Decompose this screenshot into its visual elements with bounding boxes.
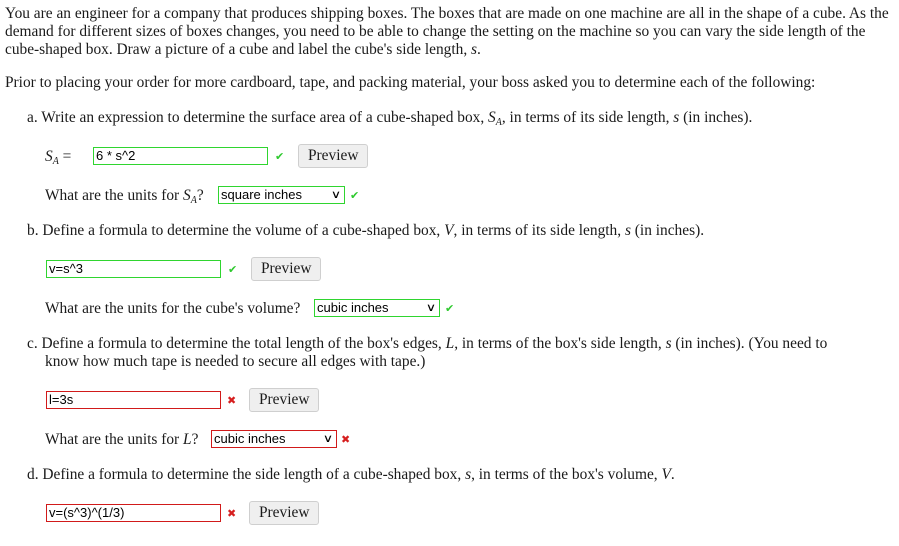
prompt-text: c. Define a formula to determine the tot… — [27, 335, 446, 352]
part-c-preview-button[interactable]: Preview — [249, 388, 320, 412]
intro-text: You are an engineer for a company that p… — [5, 5, 889, 58]
prompt-text: , in terms of the box's volume, — [471, 466, 662, 483]
prompt-text: b. Define a formula to determine the vol… — [27, 222, 445, 239]
part-b-answer-input[interactable]: v=s^3 — [46, 260, 221, 278]
var-V: V — [661, 466, 671, 483]
selected-option: square inches — [221, 187, 302, 202]
correct-check-icon: ✔ — [228, 263, 238, 276]
prompt-text: (in inches). — [630, 222, 705, 239]
prompt-text: , in terms of its side length, — [501, 109, 674, 126]
problem-intro: You are an engineer for a company that p… — [5, 5, 895, 59]
var-S: S — [488, 109, 496, 126]
part-b-preview-button[interactable]: Preview — [251, 257, 322, 281]
part-c-units-question: What are the units for L? — [45, 431, 198, 449]
part-c-prompt: c. Define a formula to determine the tot… — [27, 335, 827, 353]
var-S: S — [45, 148, 53, 165]
question-text: What are the units for — [45, 187, 184, 204]
correct-check-icon: ✔ — [275, 150, 285, 163]
intro-end: . — [477, 41, 481, 58]
var-L: L — [183, 431, 192, 448]
chevron-down-icon: ∨ — [330, 188, 342, 201]
part-b-units-select[interactable]: cubic inches ∨ — [314, 299, 440, 317]
incorrect-x-icon: ✖ — [227, 394, 237, 407]
part-a-preview-button[interactable]: Preview — [298, 144, 369, 168]
selected-option: cubic inches — [317, 300, 389, 315]
correct-check-icon: ✔ — [350, 189, 360, 202]
chevron-down-icon: ∨ — [322, 432, 334, 445]
part-c-units-select[interactable]: cubic inches ∨ — [211, 430, 337, 448]
prompt-text: . — [670, 466, 675, 483]
prompt-text: d. Define a formula to determine the sid… — [27, 466, 466, 483]
part-c-prompt-line2: know how much tape is needed to secure a… — [45, 353, 426, 370]
part-a-answer-input[interactable]: 6 * s^2 — [93, 147, 268, 165]
prior-instructions: Prior to placing your order for more car… — [5, 74, 816, 91]
var-V: V — [444, 222, 454, 239]
part-a-units-select[interactable]: square inches ∨ — [218, 186, 345, 204]
question-text: What are the units for — [45, 431, 184, 448]
prompt-text: a. Write an expression to determine the … — [27, 109, 489, 126]
incorrect-x-icon: ✖ — [227, 507, 237, 520]
question-mark: ? — [191, 431, 199, 448]
var-S: S — [183, 187, 191, 204]
part-a-units-question: What are the units for SA? — [45, 187, 204, 206]
part-a-prompt: a. Write an expression to determine the … — [27, 109, 753, 128]
var-L: L — [445, 335, 455, 352]
prompt-text: , in terms of its side length, — [453, 222, 625, 239]
prompt-text: (in inches). — [679, 109, 753, 126]
prompt-text: , in terms of the box's side length, — [454, 335, 666, 352]
part-d-preview-button[interactable]: Preview — [249, 501, 320, 525]
chevron-down-icon: ∨ — [425, 301, 437, 314]
part-b-units-question: What are the units for the cube's volume… — [45, 300, 301, 317]
incorrect-x-icon: ✖ — [341, 433, 351, 446]
question-mark: ? — [196, 187, 204, 204]
part-b-prompt: b. Define a formula to determine the vol… — [27, 222, 704, 240]
part-d-answer-input[interactable]: v=(s^3)^(1/3) — [46, 504, 221, 522]
selected-option: cubic inches — [214, 431, 286, 446]
part-c-answer-input[interactable]: l=3s — [46, 391, 221, 409]
equals-sign: = — [58, 148, 72, 165]
part-a-answer-label: SA = — [45, 148, 72, 167]
part-d-prompt: d. Define a formula to determine the sid… — [27, 466, 675, 484]
correct-check-icon: ✔ — [445, 302, 455, 315]
prompt-text: (in inches). (You need to — [671, 335, 828, 352]
